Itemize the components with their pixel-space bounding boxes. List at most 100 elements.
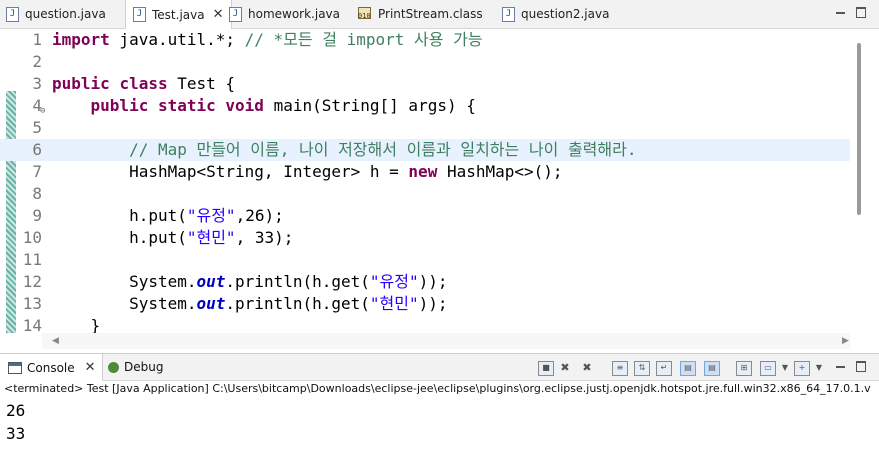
tab-console[interactable]: Console ✕ [0, 354, 103, 381]
close-icon[interactable]: ✕ [85, 360, 96, 375]
code-line[interactable]: 8 [0, 183, 850, 205]
code-token: ,26); [235, 206, 284, 225]
new-console-icon[interactable]: + [794, 361, 810, 376]
code-line[interactable]: 11 [0, 249, 850, 271]
tab-printstream-class[interactable]: 010 PrintStream.class [358, 0, 483, 28]
code-line[interactable]: 7 HashMap<String, Integer> h = new HashM… [0, 161, 850, 183]
line-number: 8 [32, 184, 42, 203]
field-token: out [196, 294, 226, 313]
code-line[interactable]: 6 // Map 만들어 이름, 나이 저장해서 이름과 일치하는 나이 출력해… [0, 139, 850, 161]
vertical-scrollbar[interactable] [857, 43, 861, 215]
tab-homework-java[interactable]: J homework.java [229, 0, 340, 28]
java-file-icon: J [6, 6, 19, 22]
horizontal-scrollbar[interactable]: ◀ ▶ [42, 333, 850, 349]
scroll-left-icon[interactable]: ◀ [52, 336, 59, 346]
show-on-stdout-icon[interactable]: ▤ [680, 361, 696, 376]
code-token: .println(h.get( [225, 272, 370, 291]
line-number: 13 [22, 294, 42, 313]
code-line[interactable]: 10 h.put("현민", 33); [0, 227, 850, 249]
keyword-token: public [52, 74, 110, 93]
code-token: h.put( [52, 206, 187, 225]
comment-token: // *모든 걸 import 사용 가능 [244, 30, 483, 49]
code-text: // Map 만들어 이름, 나이 저장해서 이름과 일치하는 나이 출력해라. [52, 139, 636, 161]
tab-debug[interactable]: Debug [108, 354, 163, 380]
console-view: Console ✕ Debug ■ ✖ ✖ ≡ ⇅ ↵ ▤ ▤ ⊞ ▭ ▼ + … [0, 353, 879, 449]
code-text: HashMap<String, Integer> h = new HashMap… [52, 161, 563, 183]
tab-question2-java[interactable]: J question2.java [502, 0, 609, 28]
java-file-icon: J [133, 7, 146, 22]
code-token: , 33); [235, 228, 294, 247]
close-icon[interactable]: ✕ [213, 7, 224, 22]
code-line[interactable]: 4 ⊖ public static void main(String[] args… [0, 95, 850, 117]
java-file-icon: J [229, 6, 242, 22]
code-line[interactable]: 13 System.out.println(h.get("현민")); [0, 293, 850, 315]
code-token: System. [52, 272, 197, 291]
keyword-token: void [225, 96, 264, 115]
console-tab-bar: Console ✕ Debug ■ ✖ ✖ ≡ ⇅ ↵ ▤ ▤ ⊞ ▭ ▼ + … [0, 354, 879, 381]
tab-question-java[interactable]: J question.java [6, 0, 106, 28]
code-line[interactable]: 3 public class Test { [0, 73, 850, 95]
code-text: public static void main(String[] args) { [52, 95, 476, 117]
remove-launch-icon[interactable]: ✖ [558, 361, 572, 374]
code-token: System. [52, 294, 197, 313]
tab-test-java[interactable]: J Test.java ✕ [125, 0, 232, 29]
code-line[interactable]: 5 [0, 117, 850, 139]
code-token: main(String[] args) { [263, 96, 476, 115]
string-token: "유정" [369, 272, 419, 291]
java-file-icon: J [502, 6, 515, 22]
code-token: java.util.*; [109, 30, 245, 49]
tab-label: Console [27, 360, 75, 375]
scroll-right-icon[interactable]: ▶ [842, 336, 849, 346]
tab-label: PrintStream.class [378, 7, 483, 21]
scroll-lock-icon[interactable]: ⇅ [634, 361, 650, 376]
string-token: "현민" [186, 228, 236, 247]
line-number: 3 [32, 74, 42, 93]
remove-all-launches-icon[interactable]: ✖ [580, 361, 594, 374]
tab-label: homework.java [248, 7, 341, 21]
line-number: 7 [32, 162, 42, 181]
show-on-stderr-icon[interactable]: ▤ [704, 361, 720, 376]
tab-label: Debug [124, 360, 164, 374]
bug-icon [108, 361, 119, 373]
code-line[interactable]: 1 import java.util.*; // *모든 걸 import 사용 … [0, 29, 850, 51]
code-token: Test { [167, 74, 236, 93]
pin-console-icon[interactable]: ⊞ [736, 361, 752, 376]
clear-console-icon[interactable]: ≡ [612, 361, 628, 376]
keyword-token: static [157, 96, 216, 115]
code-token: )); [418, 272, 448, 291]
line-number: 1 [32, 30, 42, 49]
word-wrap-icon[interactable]: ↵ [656, 361, 672, 376]
chevron-down-icon[interactable]: ▼ [778, 361, 792, 374]
line-number: 4 [32, 96, 42, 115]
code-text: System.out.println(h.get("유정")); [52, 271, 448, 293]
code-editor[interactable]: 1 import java.util.*; // *모든 걸 import 사용 … [0, 29, 879, 351]
tab-label: question2.java [521, 7, 610, 21]
code-line[interactable]: 2 [0, 51, 850, 73]
line-number: 10 [22, 228, 42, 247]
minimize-icon[interactable] [836, 366, 845, 368]
line-number: 2 [32, 52, 42, 71]
maximize-icon[interactable] [856, 7, 866, 18]
comment-token: // Map 만들어 이름, 나이 저장해서 이름과 일치하는 나이 출력해라. [129, 140, 637, 159]
chevron-down-icon[interactable]: ▼ [812, 361, 826, 374]
display-console-icon[interactable]: ▭ [760, 361, 776, 376]
line-number: 11 [22, 250, 42, 269]
code-token: HashMap<>(); [437, 162, 563, 181]
code-token: .println(h.get( [225, 294, 370, 313]
console-output-line: 33 [6, 424, 26, 443]
code-text: import java.util.*; // *모든 걸 import 사용 가… [52, 29, 483, 51]
maximize-icon[interactable] [856, 361, 866, 372]
code-line[interactable]: 9 h.put("유정",26); [0, 205, 850, 227]
console-status: <terminated> Test [Java Application] C:\… [4, 382, 871, 395]
terminate-icon[interactable]: ■ [538, 361, 554, 376]
tab-label: question.java [25, 7, 106, 21]
code-line[interactable]: 12 System.out.println(h.get("유정")); [0, 271, 850, 293]
class-file-icon: 010 [358, 7, 372, 21]
keyword-token: class [119, 74, 168, 93]
editor-tab-bar: J question.java J Test.java ✕ J homework… [0, 0, 879, 29]
keyword-token: public [90, 96, 149, 115]
minimize-icon[interactable] [836, 12, 845, 14]
